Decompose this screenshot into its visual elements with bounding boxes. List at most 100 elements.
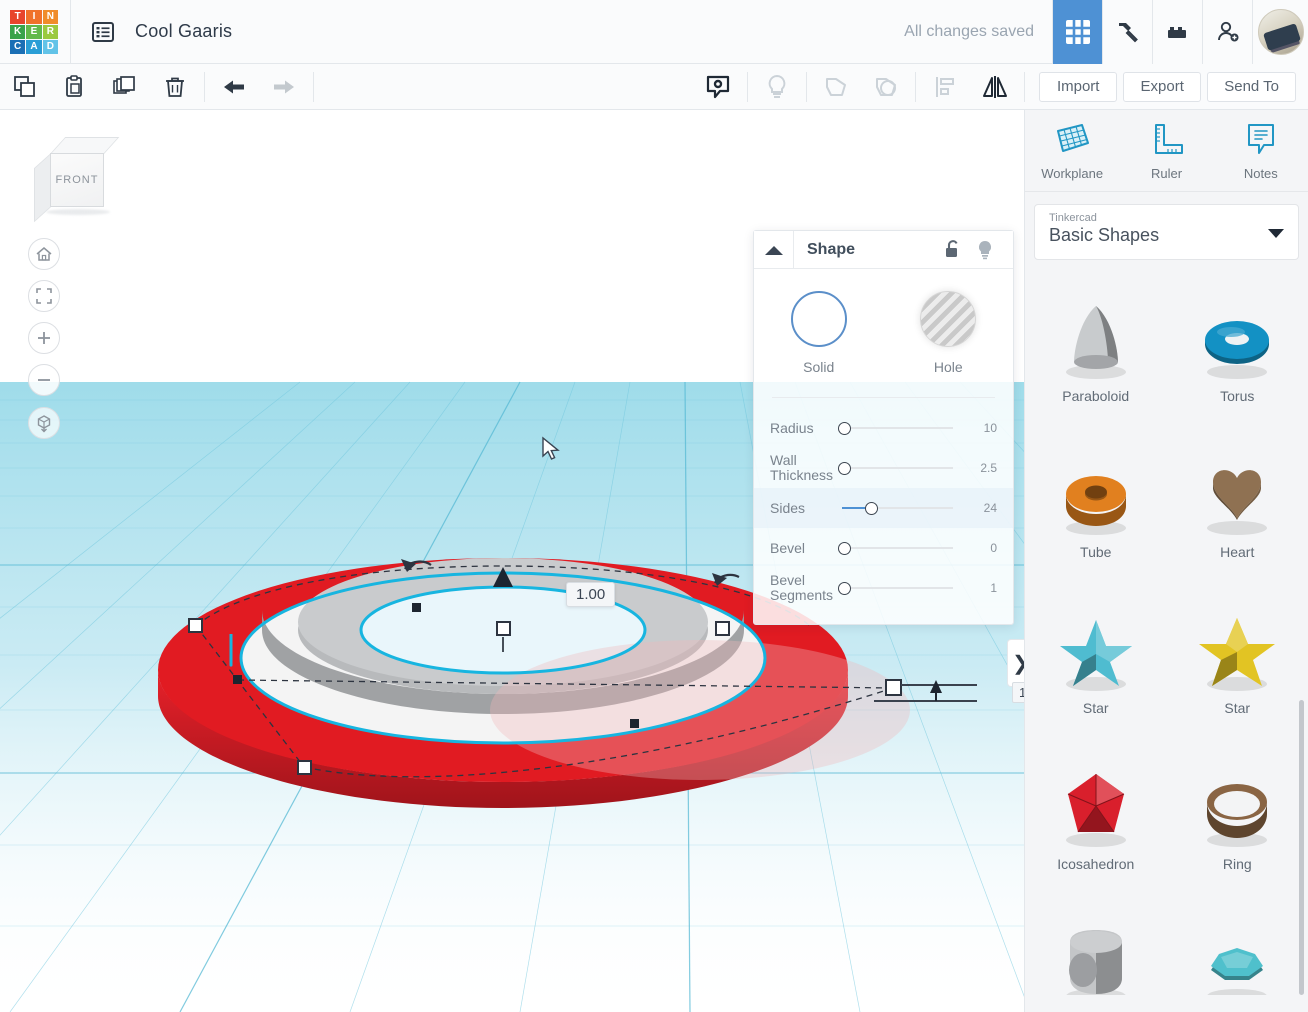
zoom-in-button[interactable] [28,322,60,354]
shape-library-dropdown[interactable]: Tinkercad Basic Shapes [1034,204,1299,260]
hole-mode-swatch [920,291,977,347]
slider-knob[interactable] [838,581,851,595]
logo-tile-r: R [42,24,58,39]
param-value-bevel[interactable]: 0 [963,541,997,555]
shape-star-6-thumbnail [1191,604,1283,696]
param-label-wall-thickness: Wall Thickness [770,452,834,483]
tinkercad-app: TIN KER CAD Cool Gaaris All changes saved [0,0,1308,1012]
home-view-button[interactable] [28,238,60,270]
delete-button[interactable] [150,64,200,110]
shape-dice-thumbnail [1050,916,1142,995]
list-menu-icon[interactable] [85,14,121,50]
redo-button[interactable] [259,64,309,110]
shape-row: Paraboloid Torus [1025,278,1308,434]
import-button[interactable]: Import [1039,71,1118,102]
param-slider-radius[interactable] [838,418,953,438]
hole-mode[interactable]: Hole [884,291,1014,375]
fit-view-button[interactable] [28,280,60,312]
perspective-toggle-button[interactable] [28,407,60,439]
param-value-bevel-segments[interactable]: 1 [963,581,997,595]
divider [772,397,995,398]
sidebar-scrollbar[interactable] [1299,700,1304,995]
send-to-button[interactable]: Send To [1207,71,1296,102]
shape-heart[interactable]: Heart [1167,434,1308,590]
workplane-tool[interactable]: Workplane [1025,110,1119,191]
slider-knob[interactable] [838,541,851,555]
shape-diamond[interactable]: Diamond [1167,902,1308,995]
logo-tile-i: I [26,9,42,24]
grid-view-button[interactable] [1052,0,1102,64]
shape-torus[interactable]: Torus [1167,278,1308,434]
shape-library-grid[interactable]: Paraboloid Torus Tube Heart Star Star Icosahed… [1025,270,1308,995]
shape-icosahedron[interactable]: Icosahedron [1025,746,1167,902]
param-row-bevel-segments: Bevel Segments 1 [754,568,1013,608]
shape-dice[interactable]: Dice [1025,902,1167,995]
shape-row: DiceDiamond [1025,902,1308,995]
shape-star-5[interactable]: Star [1025,590,1167,746]
shape-properties-panel: Shape Solid Hole Radius 10 Wall Thicknes… [753,230,1014,625]
view-cube-top[interactable] [50,137,120,154]
param-value-radius[interactable]: 10 [963,421,997,435]
shape-parameters: Radius 10 Wall Thickness 2.5 Sides 24 Bevel 0 Be… [754,404,1013,624]
tinkercad-logo[interactable]: TIN KER CAD [10,9,58,54]
ruler-tool[interactable]: Ruler [1119,110,1213,191]
slider-track [842,547,953,549]
notes-tool[interactable]: Notes [1214,110,1308,191]
ungroup-button[interactable] [861,64,911,110]
caret-up-icon[interactable] [754,230,794,269]
shape-star-6[interactable]: Star [1167,590,1308,746]
collapse-panel-chevron-icon[interactable]: ❯ [1007,639,1024,687]
group-button[interactable] [811,64,861,110]
design-canvas[interactable]: FRONT 1.00 Shape Solid Hole Radius 10 Wa… [0,110,1024,1012]
duplicate-button[interactable] [100,64,150,110]
invite-people-button[interactable] [1202,0,1252,64]
unlock-icon[interactable] [941,238,965,262]
logo-tile-t: T [10,9,26,24]
partial-dimension-label[interactable]: 1. [1012,682,1024,703]
document-title[interactable]: Cool Gaaris [135,21,232,42]
slider-knob[interactable] [838,461,851,475]
param-value-sides[interactable]: 24 [963,501,997,515]
divider [70,0,71,64]
zoom-out-button[interactable] [28,364,60,396]
blocks-button[interactable] [1152,0,1202,64]
slider-knob[interactable] [838,421,851,435]
solid-hole-button[interactable] [693,64,743,110]
param-row-sides: Sides 24 [754,488,1013,528]
divider [1024,71,1026,102]
dimension-tooltip[interactable]: 1.00 [566,582,616,607]
align-button[interactable] [920,64,970,110]
divider [313,71,314,102]
lightbulb-icon[interactable] [973,238,997,262]
view-cube-front-label[interactable]: FRONT [50,153,104,207]
sidebar-tools: Workplane Ruler Notes [1025,110,1308,192]
shape-mode-selector: Solid Hole [754,269,1013,383]
view-cube[interactable]: FRONT [32,135,120,223]
view-cube-shadow [46,209,110,215]
param-slider-bevel[interactable] [838,538,953,558]
copy-button[interactable] [0,64,50,110]
shape-tube-label: Tube [1080,544,1112,560]
export-button[interactable]: Export [1123,71,1202,102]
param-slider-wall-thickness[interactable] [838,458,953,478]
paste-button[interactable] [50,64,100,110]
shape-paraboloid[interactable]: Paraboloid [1025,278,1167,434]
shape-icosahedron-label: Icosahedron [1057,856,1135,872]
undo-button[interactable] [209,64,259,110]
param-label-radius: Radius [770,419,814,436]
codeblocks-button[interactable] [1102,0,1152,64]
user-avatar[interactable] [1252,0,1308,64]
logo-tile-e: E [26,24,42,39]
slider-knob[interactable] [864,501,878,515]
param-slider-bevel-segments[interactable] [838,578,953,598]
param-value-wall-thickness[interactable]: 2.5 [963,461,997,475]
light-button[interactable] [752,64,802,110]
param-row-radius: Radius 10 [754,408,1013,448]
param-slider-sides[interactable] [842,498,953,518]
divider [747,71,749,102]
shape-tube[interactable]: Tube [1025,434,1167,590]
solid-mode[interactable]: Solid [754,291,884,375]
mirror-button[interactable] [970,64,1020,110]
shape-ring[interactable]: Ring [1167,746,1308,902]
param-row-wall-thickness: Wall Thickness 2.5 [754,448,1013,488]
